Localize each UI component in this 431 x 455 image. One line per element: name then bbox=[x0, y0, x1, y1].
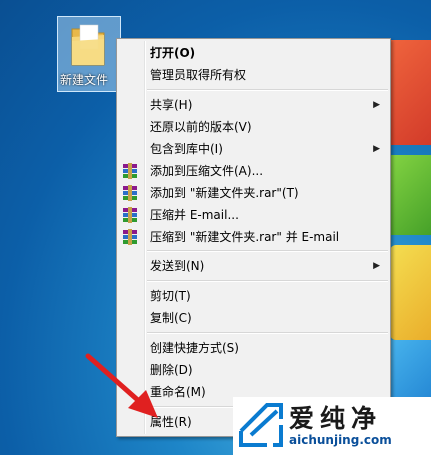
menu-item-label: 复制(C) bbox=[150, 311, 192, 325]
menu-item-label: 剪切(T) bbox=[150, 289, 191, 303]
submenu-arrow-icon: ▶ bbox=[373, 144, 380, 154]
menu-item-label: 删除(D) bbox=[150, 363, 193, 377]
menu-item-send-to[interactable]: 发送到(N) ▶ bbox=[119, 255, 388, 277]
menu-item-restore-previous[interactable]: 还原以前的版本(V) bbox=[119, 116, 388, 138]
watermark: 爱纯净 aichunjing.com bbox=[233, 397, 431, 455]
watermark-logo-icon bbox=[239, 403, 283, 447]
menu-item-label: 打开(O) bbox=[150, 46, 196, 60]
menu-item-label: 属性(R) bbox=[150, 415, 192, 429]
menu-separator bbox=[147, 250, 388, 252]
menu-item-copy[interactable]: 复制(C) bbox=[119, 307, 388, 329]
winrar-icon bbox=[123, 207, 137, 223]
submenu-arrow-icon: ▶ bbox=[373, 100, 380, 110]
menu-separator bbox=[147, 280, 388, 282]
menu-item-delete[interactable]: 删除(D) bbox=[119, 359, 388, 381]
menu-item-label: 管理员取得所有权 bbox=[150, 68, 247, 82]
menu-item-label: 压缩并 E-mail... bbox=[150, 208, 239, 222]
menu-item-label: 重命名(M) bbox=[150, 385, 206, 399]
menu-separator bbox=[147, 332, 388, 334]
menu-item-label: 包含到库中(I) bbox=[150, 142, 223, 156]
context-menu: 打开(O) 管理员取得所有权 共享(H) ▶ 还原以前的版本(V) 包含到库中(I) ▶ 添加… bbox=[116, 38, 391, 437]
watermark-title: 爱纯净 bbox=[289, 404, 383, 433]
winrar-icon bbox=[123, 229, 137, 245]
menu-item-label: 发送到(N) bbox=[150, 259, 205, 273]
menu-item-add-to-archive[interactable]: 添加到压缩文件(A)... bbox=[119, 160, 388, 182]
menu-item-add-to-rar[interactable]: 添加到 "新建文件夹.rar"(T) bbox=[119, 182, 388, 204]
menu-item-include-in-library[interactable]: 包含到库中(I) ▶ bbox=[119, 138, 388, 160]
folder-icon bbox=[71, 24, 105, 66]
winrar-icon bbox=[123, 185, 137, 201]
menu-item-compress-and-email[interactable]: 压缩并 E-mail... bbox=[119, 204, 388, 226]
watermark-url: aichunjing.com bbox=[289, 433, 392, 447]
menu-item-label: 添加到 "新建文件夹.rar"(T) bbox=[150, 186, 299, 200]
submenu-arrow-icon: ▶ bbox=[373, 261, 380, 271]
menu-item-label: 添加到压缩文件(A)... bbox=[150, 164, 264, 178]
menu-item-compress-to-rar-and-email[interactable]: 压缩到 "新建文件夹.rar" 并 E-mail bbox=[119, 226, 388, 248]
desktop-folder-item[interactable]: 新建文件 bbox=[57, 16, 121, 92]
menu-item-label: 压缩到 "新建文件夹.rar" 并 E-mail bbox=[150, 230, 340, 244]
menu-item-share[interactable]: 共享(H) ▶ bbox=[119, 94, 388, 116]
menu-separator bbox=[147, 89, 388, 91]
menu-item-create-shortcut[interactable]: 创建快捷方式(S) bbox=[119, 337, 388, 359]
menu-item-label: 创建快捷方式(S) bbox=[150, 341, 239, 355]
menu-item-open[interactable]: 打开(O) bbox=[119, 42, 388, 64]
menu-item-label: 还原以前的版本(V) bbox=[150, 120, 252, 134]
menu-item-label: 共享(H) bbox=[150, 98, 193, 112]
winrar-icon bbox=[123, 163, 137, 179]
menu-item-cut[interactable]: 剪切(T) bbox=[119, 285, 388, 307]
logo-pane-yellow bbox=[390, 245, 431, 340]
menu-item-take-ownership[interactable]: 管理员取得所有权 bbox=[119, 64, 388, 86]
